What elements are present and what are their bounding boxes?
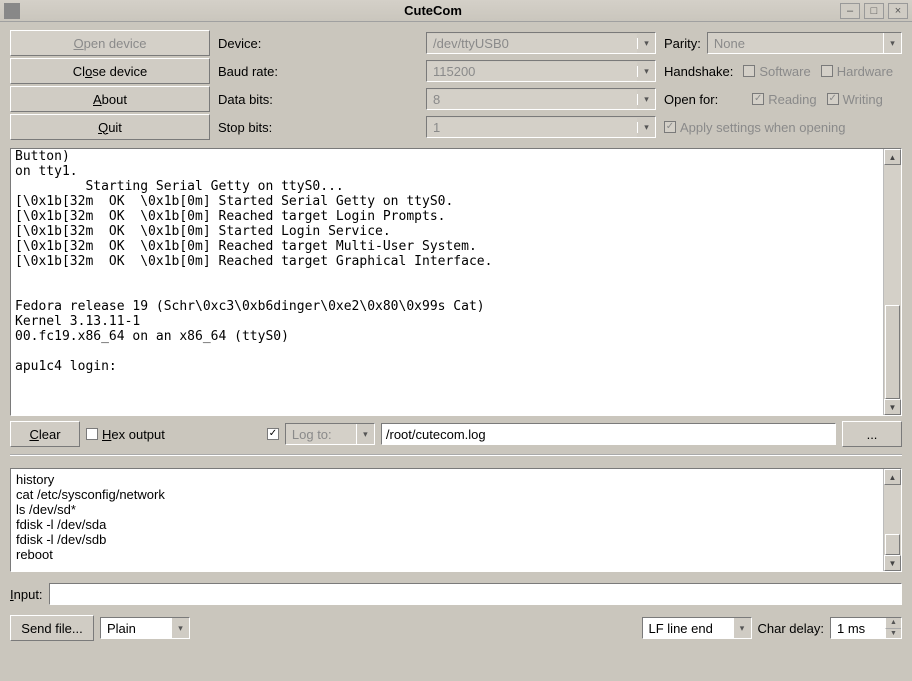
device-combo: /dev/ttyUSB0▾: [426, 32, 656, 54]
chevron-down-icon: ▾: [883, 33, 901, 53]
logto-combo[interactable]: Log to:▾: [285, 423, 375, 445]
window-title: CuteCom: [26, 3, 840, 18]
parity-combo: None▾: [707, 32, 902, 54]
about-button[interactable]: About: [10, 86, 210, 112]
terminal-scrollbar[interactable]: ▲ ▼: [883, 149, 901, 415]
close-device-button[interactable]: Close device: [10, 58, 210, 84]
arrow-down-icon[interactable]: ▼: [885, 628, 901, 639]
databits-combo: 8▾: [426, 88, 656, 110]
parity-label: Parity:: [664, 36, 701, 51]
sendfile-button[interactable]: Send file...: [10, 615, 94, 641]
maximize-button[interactable]: □: [864, 3, 884, 19]
titlebar: CuteCom – □ ×: [0, 0, 912, 22]
chevron-down-icon: ▾: [637, 66, 655, 77]
chardelay-label: Char delay:: [758, 621, 824, 636]
apply-checkbox: ✓Apply settings when opening: [664, 120, 846, 135]
clear-button[interactable]: Clear: [10, 421, 80, 447]
device-label: Device:: [218, 30, 418, 56]
chardelay-spinner[interactable]: 1 ms ▲ ▼: [830, 617, 902, 639]
app-icon: [4, 3, 20, 19]
arrow-down-icon[interactable]: ▼: [884, 399, 901, 415]
reading-checkbox: ✓Reading: [752, 92, 816, 107]
logto-checkbox[interactable]: ✓: [267, 428, 279, 440]
chevron-down-icon[interactable]: ▾: [171, 618, 189, 638]
baud-combo: 115200▾: [426, 60, 656, 82]
chevron-down-icon: ▾: [637, 94, 655, 105]
arrow-down-icon[interactable]: ▼: [884, 555, 901, 571]
arrow-up-icon[interactable]: ▲: [884, 149, 901, 165]
arrow-up-icon[interactable]: ▲: [884, 469, 901, 485]
stopbits-combo: 1▾: [426, 116, 656, 138]
arrow-up-icon[interactable]: ▲: [885, 618, 901, 628]
input-label: Input:: [10, 587, 43, 602]
handshake-label: Handshake:: [664, 64, 733, 79]
chevron-down-icon: ▾: [637, 122, 655, 133]
history-scrollbar[interactable]: ▲ ▼: [883, 469, 901, 571]
sendmode-combo[interactable]: Plain▾: [100, 617, 190, 639]
logfile-field[interactable]: /root/cutecom.log: [381, 423, 836, 445]
chevron-down-icon[interactable]: ▾: [356, 424, 374, 444]
history-list[interactable]: history cat /etc/sysconfig/network ls /d…: [11, 469, 883, 571]
hexoutput-checkbox[interactable]: Hex output: [86, 427, 165, 442]
chevron-down-icon: ▾: [637, 38, 655, 49]
minimize-button[interactable]: –: [840, 3, 860, 19]
close-button[interactable]: ×: [888, 3, 908, 19]
baud-label: Baud rate:: [218, 58, 418, 84]
openfor-label: Open for:: [664, 92, 718, 107]
stopbits-label: Stop bits:: [218, 114, 418, 140]
lineend-combo[interactable]: LF line end▾: [642, 617, 752, 639]
databits-label: Data bits:: [218, 86, 418, 112]
config-grid: Open device Device: /dev/ttyUSB0▾ Parity…: [10, 30, 902, 140]
input-field[interactable]: [49, 583, 902, 605]
writing-checkbox: ✓Writing: [827, 92, 883, 107]
terminal-output[interactable]: Button) on tty1. Starting Serial Getty o…: [11, 149, 883, 415]
chevron-down-icon[interactable]: ▾: [733, 618, 751, 638]
open-device-button: Open device: [10, 30, 210, 56]
software-checkbox: Software: [743, 64, 810, 79]
logfile-browse-button[interactable]: ...: [842, 421, 902, 447]
hardware-checkbox: Hardware: [821, 64, 893, 79]
quit-button[interactable]: Quit: [10, 114, 210, 140]
